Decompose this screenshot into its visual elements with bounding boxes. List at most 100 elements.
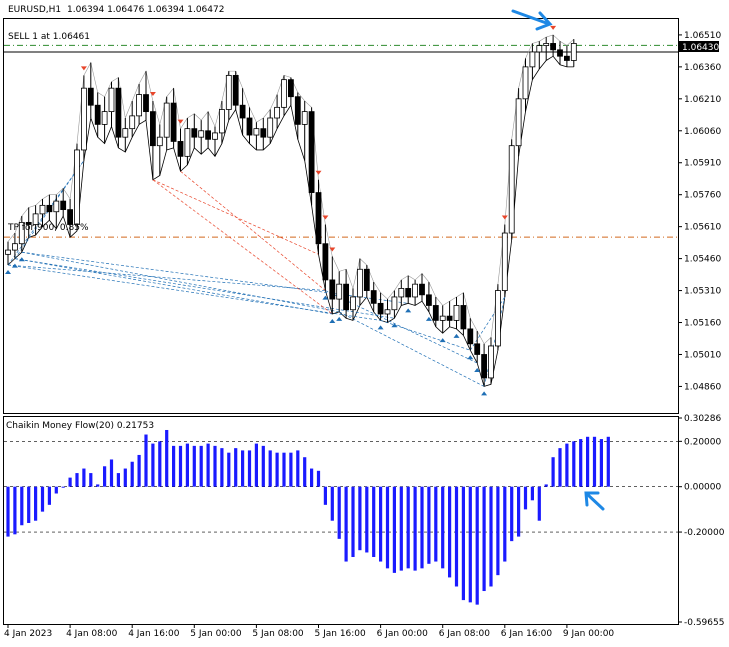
candle-body xyxy=(350,296,356,311)
price-tick-label: 1.05610 xyxy=(684,223,721,233)
candle-body xyxy=(322,243,329,281)
buy-marker xyxy=(481,391,488,396)
low-envelope xyxy=(7,55,574,387)
chart-window: 1.06510 1.06360 1.06210 1.06060 1.05910 1.057… xyxy=(0,0,729,647)
trade-link-line xyxy=(180,170,326,291)
candle-body xyxy=(488,345,494,379)
indicator-tick-label: 0.30286 xyxy=(684,414,721,424)
candle xyxy=(46,194,53,221)
candle xyxy=(391,290,398,319)
candle-body xyxy=(239,104,246,119)
cmf-bar xyxy=(27,486,31,523)
candle xyxy=(329,256,336,314)
candle-body xyxy=(481,354,488,379)
candle-body xyxy=(129,115,136,130)
candle-body xyxy=(115,87,122,138)
cmf-bar xyxy=(392,486,396,573)
time-tick-label: 9 Jan 00:00 xyxy=(563,629,615,639)
candle xyxy=(453,296,460,329)
cmf-bar xyxy=(330,486,334,521)
candle-body xyxy=(570,43,577,61)
candle xyxy=(281,75,287,116)
buy-marker xyxy=(377,325,384,330)
chart-canvas[interactable]: 1.06510 1.06360 1.06210 1.06060 1.05910 1.057… xyxy=(0,0,729,647)
candle-body xyxy=(46,204,53,213)
cmf-bar xyxy=(137,454,141,487)
candle-body xyxy=(122,128,129,138)
candle-body xyxy=(308,111,315,193)
candle-body xyxy=(384,309,391,315)
price-panel-frame xyxy=(3,18,679,414)
candle-body xyxy=(191,128,198,138)
symbol-label: EURUSD,H1 xyxy=(8,5,61,15)
candle-body xyxy=(205,130,212,140)
candle-body xyxy=(274,106,281,119)
candle-body xyxy=(419,283,425,296)
candle-body xyxy=(136,94,143,117)
cmf-bar xyxy=(503,486,507,562)
candle-body xyxy=(81,87,87,151)
candle-body xyxy=(564,55,570,61)
cmf-bar xyxy=(89,473,93,487)
cmf-bar xyxy=(592,436,597,487)
cmf-bar xyxy=(337,486,341,539)
sell-marker xyxy=(80,66,87,71)
candle-body xyxy=(260,128,267,138)
candle xyxy=(108,81,115,127)
cmf-bar xyxy=(109,459,114,487)
candle xyxy=(212,126,218,157)
sell-marker xyxy=(177,119,184,124)
candle-body xyxy=(529,51,536,68)
candle xyxy=(274,94,281,129)
candle-body xyxy=(550,43,556,51)
cmf-bar xyxy=(544,484,548,487)
price-tick-label: 1.06360 xyxy=(684,63,721,73)
cmf-bar xyxy=(275,452,279,487)
cmf-bar xyxy=(344,486,348,562)
candle-body xyxy=(439,315,446,321)
cmf-bar xyxy=(103,466,107,487)
price-tick-label: 1.06210 xyxy=(684,95,721,105)
sell-order-label[interactable]: SELL 1 at 1.06461 xyxy=(8,32,90,42)
price-tick-label: 1.04860 xyxy=(684,382,721,392)
buy-marker xyxy=(11,263,18,268)
indicator-tick-label: -0.59655 xyxy=(684,618,724,628)
cmf-bar xyxy=(475,486,479,605)
cmf-bar xyxy=(185,443,189,487)
cmf-bar xyxy=(75,473,79,487)
cmf-bar xyxy=(606,436,610,487)
arrow-icon xyxy=(511,9,553,31)
cmf-bar xyxy=(358,486,362,551)
take-profit-label[interactable]: TP for 900, 0.85% xyxy=(7,223,89,233)
cmf-bar xyxy=(420,486,424,569)
cmf-bar xyxy=(96,484,100,487)
candle xyxy=(74,143,80,231)
price-tick-label: 1.05160 xyxy=(684,319,721,329)
candle-body xyxy=(377,302,384,315)
cmf-bar xyxy=(241,450,245,487)
cmf-bar xyxy=(399,486,403,571)
candle xyxy=(336,271,343,312)
sell-marker xyxy=(315,170,322,175)
time-tick-label: 4 Jan 16:00 xyxy=(128,629,180,639)
cmf-bar xyxy=(517,486,521,537)
candle-body xyxy=(253,128,260,136)
buy-marker xyxy=(453,333,460,338)
candle-body xyxy=(5,249,11,255)
cmf-bar xyxy=(296,450,300,487)
cmf-bar xyxy=(468,486,472,603)
trade-link-line xyxy=(152,179,333,315)
candle-body xyxy=(294,96,301,125)
candle-body xyxy=(246,117,253,136)
cmf-bar xyxy=(13,486,17,535)
cmf-bar xyxy=(282,452,286,487)
candle xyxy=(205,111,212,148)
candle xyxy=(115,77,122,148)
cmf-bar xyxy=(454,486,459,587)
cmf-bars xyxy=(4,429,678,605)
candle xyxy=(253,122,260,150)
candle xyxy=(488,337,494,385)
candle-body xyxy=(315,192,322,245)
buy-marker xyxy=(5,270,11,274)
price-tick-label: 1.05460 xyxy=(684,255,721,265)
